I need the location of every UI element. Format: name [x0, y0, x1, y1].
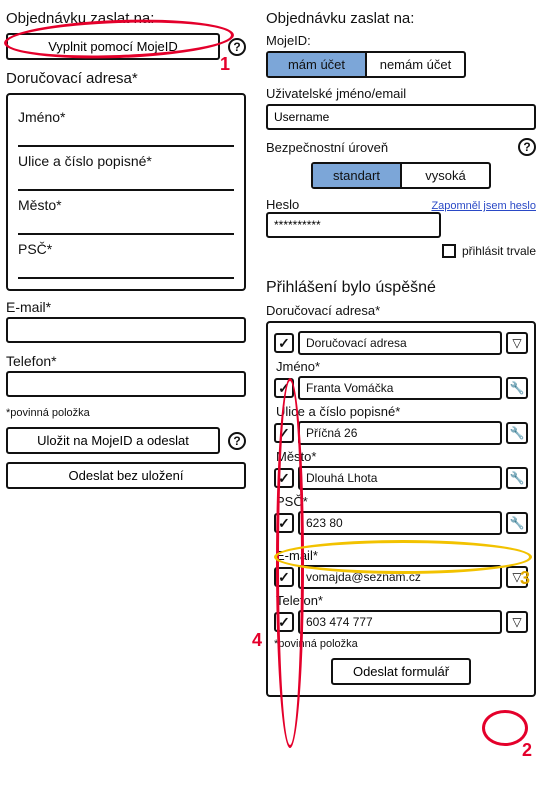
label-mesto-r: Město* — [276, 449, 528, 464]
tab-have-account[interactable]: mám účet — [268, 53, 367, 76]
dropdown-icon[interactable]: ▽ — [506, 611, 528, 633]
required-note-right: *povinná položka — [274, 638, 528, 650]
label-jmeno-r: Jméno* — [276, 359, 528, 374]
label-ulice: Ulice a číslo popisné* — [18, 153, 234, 169]
check-icon[interactable]: ✓ — [274, 333, 294, 353]
send-without-save-button[interactable]: Odeslat bez uložení — [6, 462, 246, 489]
input-email[interactable] — [6, 317, 246, 343]
row-adresa: ✓ Doručovací adresa ▽ — [274, 331, 528, 355]
label-telefon: Telefon* — [6, 353, 246, 369]
label-psc-r: PSČ* — [276, 494, 528, 509]
check-icon[interactable]: ✓ — [274, 468, 294, 488]
value-email[interactable]: vomajda@seznam.cz — [298, 565, 502, 589]
submit-form-button[interactable]: Odeslat formulář — [331, 658, 471, 685]
checkbox-icon — [442, 244, 456, 258]
edit-icon[interactable]: 🔧 — [506, 377, 528, 399]
value-ulice[interactable]: Příčná 26 — [298, 421, 502, 445]
label-ulice-r: Ulice a číslo popisné* — [276, 404, 528, 419]
check-icon[interactable]: ✓ — [274, 423, 294, 443]
check-icon[interactable]: ✓ — [274, 513, 294, 533]
save-mojeid-send-button[interactable]: Uložit na MojeID a odeslat — [6, 427, 220, 454]
value-mesto[interactable]: Dlouhá Lhota — [298, 466, 502, 490]
check-icon[interactable]: ✓ — [274, 378, 294, 398]
filled-form-panel: ✓ Doručovací adresa ▽ Jméno* ✓ Franta Vo… — [266, 321, 536, 697]
help-icon[interactable]: ? — [518, 138, 536, 156]
input-jmeno[interactable] — [18, 127, 234, 147]
forgot-password-link[interactable]: Zapomněl jsem heslo — [431, 200, 536, 212]
persist-login-checkbox[interactable]: přihlásit trvale — [442, 244, 536, 258]
login-success-heading: Přihlášení bylo úspěšné — [266, 279, 536, 297]
check-icon[interactable]: ✓ — [274, 567, 294, 587]
annotation-ellipse-2 — [482, 710, 528, 746]
left-heading: Objednávku zaslat na: — [6, 10, 246, 27]
tab-no-account[interactable]: nemám účet — [367, 53, 464, 76]
right-heading: Objednávku zaslat na: — [266, 10, 536, 27]
label-email-r: E-mail* — [276, 548, 528, 563]
value-psc[interactable]: 623 80 — [298, 511, 502, 535]
tab-standard[interactable]: standart — [313, 164, 402, 187]
annotation-number-2: 2 — [522, 740, 532, 761]
delivery-address-heading: Doručovací adresa* — [6, 70, 246, 87]
edit-icon[interactable]: 🔧 — [506, 467, 528, 489]
dropdown-icon[interactable]: ▽ — [506, 332, 528, 354]
check-icon[interactable]: ✓ — [274, 612, 294, 632]
delivery-address-panel: Jméno* Ulice a číslo popisné* Město* PSČ… — [6, 93, 246, 291]
persist-login-label: přihlásit trvale — [462, 244, 536, 258]
input-telefon[interactable] — [6, 371, 246, 397]
security-label: Bezpečnostní úroveň — [266, 140, 508, 155]
mojeid-label: MojeID: — [266, 33, 536, 48]
value-telefon[interactable]: 603 474 777 — [298, 610, 502, 634]
edit-icon[interactable]: 🔧 — [506, 512, 528, 534]
row-jmeno: ✓ Franta Vomáčka 🔧 — [274, 376, 528, 400]
delivery-address-heading-right: Doručovací adresa* — [266, 303, 536, 318]
label-jmeno: Jméno* — [18, 109, 234, 125]
tab-high[interactable]: vysoká — [402, 164, 489, 187]
row-psc: ✓ 623 80 🔧 — [274, 511, 528, 535]
username-label: Uživatelské jméno/email — [266, 86, 536, 101]
username-input[interactable] — [266, 104, 536, 130]
label-email: E-mail* — [6, 299, 246, 315]
security-tabs: standart vysoká — [311, 162, 491, 189]
help-icon[interactable]: ? — [228, 432, 246, 450]
row-email: ✓ vomajda@seznam.cz ▽ — [274, 565, 528, 589]
value-jmeno[interactable]: Franta Vomáčka — [298, 376, 502, 400]
label-telefon-r: Telefon* — [276, 593, 528, 608]
label-psc: PSČ* — [18, 241, 234, 257]
label-mesto: Město* — [18, 197, 234, 213]
input-mesto[interactable] — [18, 215, 234, 235]
row-mesto: ✓ Dlouhá Lhota 🔧 — [274, 466, 528, 490]
row-telefon: ✓ 603 474 777 ▽ — [274, 610, 528, 634]
help-icon[interactable]: ? — [228, 38, 246, 56]
required-note: *povinná položka — [6, 407, 246, 419]
fill-with-mojeid-button[interactable]: Vyplnit pomocí MojeID — [6, 33, 220, 60]
password-label: Heslo — [266, 197, 299, 212]
edit-icon[interactable]: 🔧 — [506, 422, 528, 444]
row-ulice: ✓ Příčná 26 🔧 — [274, 421, 528, 445]
dropdown-icon[interactable]: ▽ — [506, 566, 528, 588]
password-input[interactable] — [266, 212, 441, 238]
account-tabs: mám účet nemám účet — [266, 51, 466, 78]
value-adresa[interactable]: Doručovací adresa — [298, 331, 502, 355]
input-psc[interactable] — [18, 259, 234, 279]
input-ulice[interactable] — [18, 171, 234, 191]
